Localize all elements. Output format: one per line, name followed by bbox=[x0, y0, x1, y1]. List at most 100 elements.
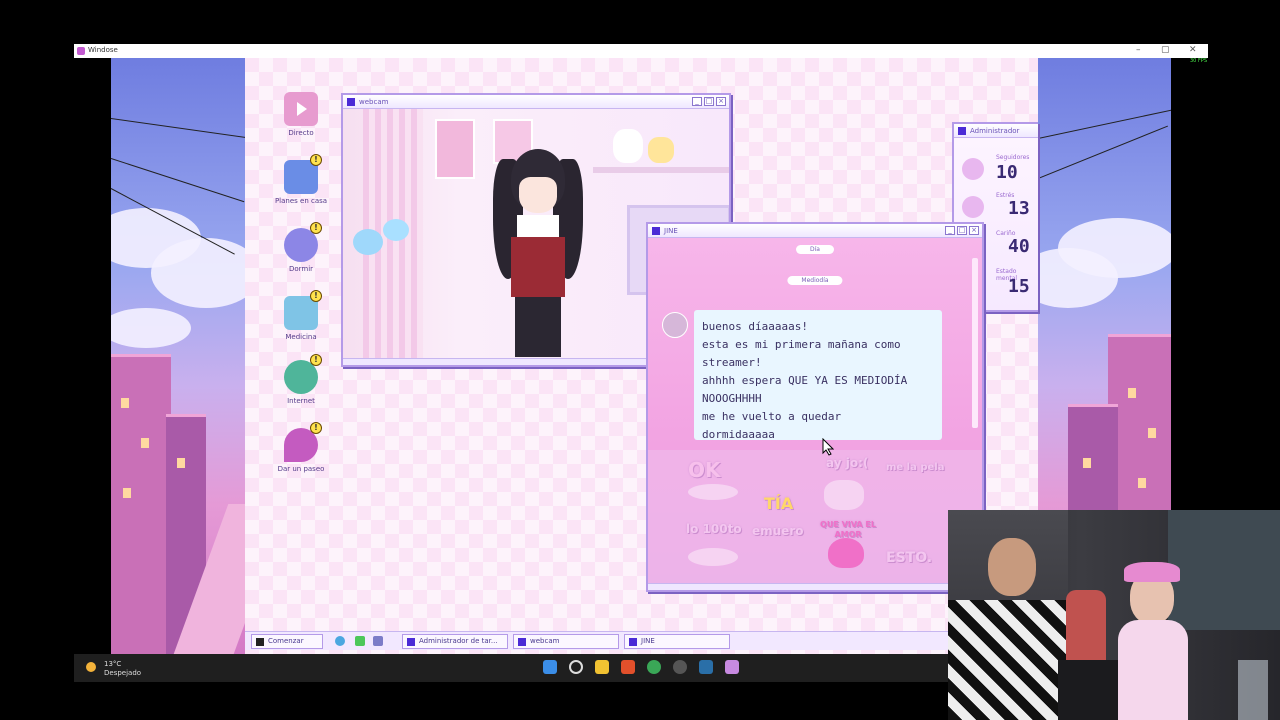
plushie bbox=[613, 129, 643, 163]
desktop-icon-planes-en-casa[interactable]: ! Planes en casa bbox=[266, 154, 336, 205]
chat-body: Día Mediodía buenos díaaaaas! esta es mi… bbox=[648, 238, 982, 583]
message-line: me he vuelto a quedar bbox=[702, 410, 842, 423]
fps-counter: 30 FPS bbox=[1190, 58, 1208, 64]
maximize-button[interactable]: ▢ bbox=[1161, 45, 1170, 55]
windows-start-icon[interactable] bbox=[543, 660, 557, 674]
plan-icon: ! bbox=[284, 154, 322, 194]
window-icon bbox=[407, 638, 415, 646]
poster bbox=[435, 119, 475, 179]
cat-sticker bbox=[688, 484, 738, 500]
close-button[interactable]: × bbox=[969, 226, 979, 235]
folder-icon[interactable] bbox=[595, 660, 609, 674]
weather-temp: 13°C bbox=[104, 660, 122, 668]
os-window-titlebar: Windose – ▢ ✕ bbox=[74, 44, 1208, 58]
search-icon[interactable] bbox=[569, 660, 583, 674]
mic-stand bbox=[1058, 660, 1118, 720]
message-line: dormidaaaaa bbox=[702, 428, 775, 441]
minimize-button[interactable]: _ bbox=[945, 226, 955, 235]
admin-titlebar[interactable]: Administrador bbox=[954, 124, 1038, 138]
chrome-icon[interactable] bbox=[647, 660, 661, 674]
day-label: Día bbox=[796, 245, 834, 254]
desktop-icon-label: Dormir bbox=[288, 265, 314, 273]
window-icon bbox=[958, 127, 966, 135]
alert-badge: ! bbox=[310, 422, 322, 434]
followers-value: 10 bbox=[996, 162, 1018, 183]
close-button[interactable]: ✕ bbox=[1189, 45, 1197, 55]
window-statusbar bbox=[648, 583, 982, 590]
desktop-icon-internet[interactable]: ! Internet bbox=[266, 354, 336, 405]
glass bbox=[1238, 660, 1268, 720]
stamp-que-viva-el-amor[interactable]: QUE VIVA EL AMOR bbox=[820, 520, 876, 540]
window-icon bbox=[518, 638, 526, 646]
maximize-button[interactable]: □ bbox=[704, 97, 714, 106]
task-admin[interactable]: Administrador de tar... bbox=[402, 634, 508, 649]
desktop-icon-label: Dar un paseo bbox=[277, 465, 325, 473]
cat-sticker bbox=[688, 548, 738, 566]
alert-badge: ! bbox=[310, 354, 322, 366]
desktop-icon-medicina[interactable]: ! Medicina bbox=[266, 290, 336, 341]
bird-icon[interactable] bbox=[335, 636, 345, 646]
person-shirt bbox=[948, 600, 1068, 720]
alert-badge: ! bbox=[310, 154, 322, 166]
moon-icon bbox=[86, 662, 96, 672]
brave-browser-icon[interactable] bbox=[621, 660, 635, 674]
task-label: JINE bbox=[641, 637, 655, 645]
desktop-icon-dormir[interactable]: ! Dormir bbox=[266, 222, 336, 273]
maximize-button[interactable]: □ bbox=[957, 226, 967, 235]
monitor-icon[interactable] bbox=[373, 636, 383, 646]
desktop-icon-label: Medicina bbox=[285, 333, 317, 341]
start-label: Comenzar bbox=[268, 637, 304, 645]
task-jine[interactable]: JINE bbox=[624, 634, 730, 649]
minimize-button[interactable]: _ bbox=[692, 97, 702, 106]
stamp-tia[interactable]: TÍA bbox=[764, 494, 793, 513]
chat-scrollbar[interactable] bbox=[972, 258, 978, 428]
webcam-title: webcam bbox=[359, 98, 389, 106]
map-pin-icon: ! bbox=[284, 422, 322, 462]
globe-icon: ! bbox=[284, 354, 322, 394]
stat-label: Seguidores bbox=[996, 154, 1030, 161]
os-window-title: Windose bbox=[88, 46, 118, 54]
desktop-icon-label: Planes en casa bbox=[274, 197, 328, 205]
task-webcam[interactable]: webcam bbox=[513, 634, 619, 649]
desktop-icon-label: Internet bbox=[287, 397, 315, 405]
stamp-lo-100to[interactable]: lo 100to bbox=[686, 522, 742, 536]
alert-badge: ! bbox=[310, 290, 322, 302]
pink-hair bbox=[1124, 562, 1180, 582]
stamp-ay-jo[interactable]: ay jo:( bbox=[826, 456, 868, 470]
game-app-icon[interactable] bbox=[725, 660, 739, 674]
person-face bbox=[988, 538, 1036, 596]
weather-widget[interactable]: 13°C Despejado bbox=[86, 660, 141, 678]
message-line: streamer! bbox=[702, 356, 762, 369]
play-icon bbox=[284, 92, 318, 126]
jine-titlebar[interactable]: JINE _ □ × bbox=[648, 224, 982, 238]
minimize-button[interactable]: – bbox=[1136, 45, 1141, 55]
desktop-icon-directo[interactable]: Directo bbox=[266, 92, 336, 137]
steam-icon[interactable] bbox=[699, 660, 713, 674]
stamp-panel: OK TÍA ay jo:( me la pela lo 100to emuer… bbox=[648, 450, 982, 583]
affection-value: 40 bbox=[1008, 236, 1030, 257]
message-line: NOOOGHHHH bbox=[702, 392, 762, 405]
shelf bbox=[593, 167, 729, 173]
stamp-ok[interactable]: OK bbox=[688, 458, 721, 482]
jine-chat-window[interactable]: JINE _ □ × Día Mediodía buenos díaaaaas! e… bbox=[646, 222, 984, 592]
stamp-me-la-pela[interactable]: me la pela bbox=[886, 462, 944, 473]
desktop-icon-dar-un-paseo[interactable]: ! Dar un paseo bbox=[266, 422, 336, 473]
chat-message-bubble: buenos díaaaaas! esta es mi primera maña… bbox=[694, 310, 942, 441]
mouse-cursor-icon bbox=[822, 438, 834, 456]
app-icon bbox=[77, 47, 85, 55]
webcam-titlebar[interactable]: webcam _ □ × bbox=[343, 95, 729, 109]
stamp-esto[interactable]: ESTO. bbox=[886, 550, 932, 566]
message-line: buenos díaaaaas! bbox=[702, 320, 808, 333]
close-button[interactable]: × bbox=[716, 97, 726, 106]
message-line: ahhhh espera QUE YA ES MEDIODÍA bbox=[702, 374, 908, 387]
chat-app-icon[interactable] bbox=[355, 636, 365, 646]
start-button[interactable]: Comenzar bbox=[251, 634, 323, 649]
obs-icon[interactable] bbox=[673, 660, 687, 674]
follower-icon bbox=[962, 158, 984, 180]
desktop-icon-label: Directo bbox=[288, 129, 314, 137]
hearts-decor bbox=[343, 219, 413, 279]
stress-icon bbox=[962, 196, 984, 218]
alert-badge: ! bbox=[310, 222, 322, 234]
weather-desc: Despejado bbox=[104, 669, 142, 677]
stamp-emuero[interactable]: emuero bbox=[752, 524, 804, 538]
